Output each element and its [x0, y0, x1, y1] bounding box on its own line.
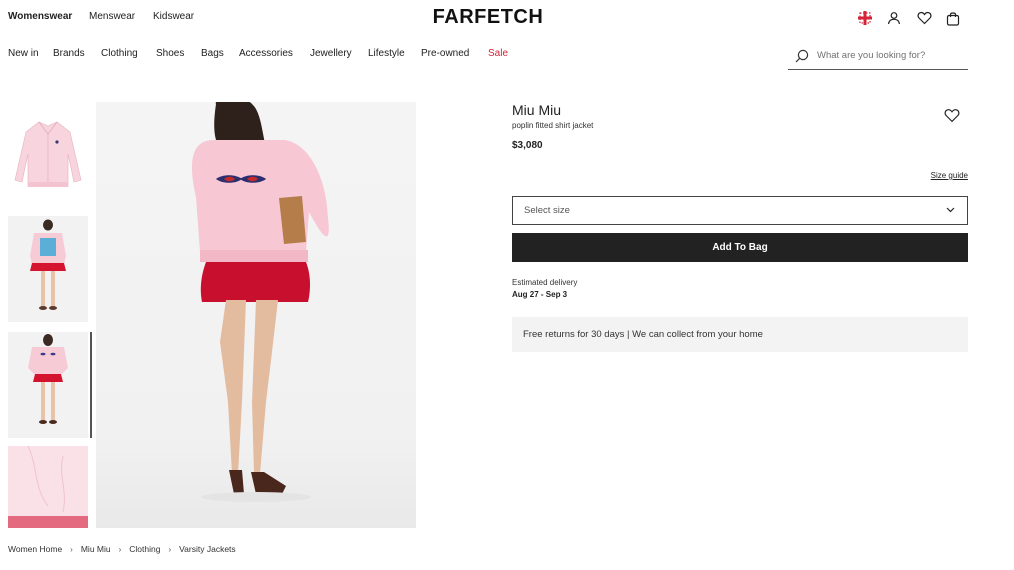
breadcrumb-varsity-jackets[interactable]: Varsity Jackets	[179, 544, 236, 554]
account-icon[interactable]	[886, 10, 902, 26]
breadcrumb-women-home[interactable]: Women Home	[8, 544, 62, 554]
breadcrumb-clothing[interactable]: Clothing	[129, 544, 160, 554]
search-bar[interactable]	[788, 42, 968, 70]
breadcrumb-miu-miu[interactable]: Miu Miu	[81, 544, 111, 554]
size-select-label: Select size	[524, 205, 570, 216]
search-input[interactable]	[817, 50, 967, 61]
nav-lifestyle[interactable]: Lifestyle	[368, 48, 405, 59]
search-icon	[795, 49, 809, 63]
nav-accessories[interactable]: Accessories	[239, 48, 293, 59]
nav-new-in[interactable]: New in	[8, 48, 39, 59]
product-main-image[interactable]	[96, 102, 416, 528]
nav-clothing[interactable]: Clothing	[101, 48, 138, 59]
breadcrumb: Women Home › Miu Miu › Clothing › Varsit…	[8, 544, 236, 554]
thumbnail-jacket-front[interactable]	[8, 102, 88, 208]
thumbnail-model-front[interactable]	[8, 216, 88, 322]
product-brand[interactable]: Miu Miu	[512, 102, 561, 118]
farfetch-logo[interactable]: FARFETCH	[0, 6, 976, 29]
returns-text: Free returns for 30 days | We can collec…	[523, 329, 763, 340]
thumbnail-jacket-detail[interactable]	[8, 446, 88, 528]
thumbnail-model-back[interactable]	[8, 332, 92, 438]
nav-sale[interactable]: Sale	[488, 48, 508, 59]
chevron-right-icon: ›	[70, 544, 73, 554]
nav-shoes[interactable]: Shoes	[156, 48, 184, 59]
size-guide-link[interactable]: Size guide	[900, 171, 968, 180]
product-price: $3,080	[512, 140, 543, 151]
chevron-down-icon	[946, 205, 955, 216]
bag-icon[interactable]	[945, 10, 961, 26]
nav-brands[interactable]: Brands	[53, 48, 85, 59]
delivery-label: Estimated delivery	[512, 278, 578, 287]
delivery-dates: Aug 27 - Sep 3	[512, 290, 568, 299]
chevron-right-icon: ›	[168, 544, 172, 554]
chevron-right-icon: ›	[118, 544, 122, 554]
nav-jewellery[interactable]: Jewellery	[310, 48, 352, 59]
returns-banner: Free returns for 30 days | We can collec…	[512, 317, 968, 352]
size-select-dropdown[interactable]: Select size	[512, 196, 968, 225]
nav-bags[interactable]: Bags	[201, 48, 224, 59]
wishlist-icon[interactable]	[916, 10, 932, 26]
add-to-wishlist-heart-icon[interactable]	[944, 108, 962, 124]
nav-pre-owned[interactable]: Pre-owned	[421, 48, 469, 59]
product-description: poplin fitted shirt jacket	[512, 121, 594, 130]
region-flag-icon[interactable]	[857, 10, 873, 26]
add-to-bag-button[interactable]: Add To Bag	[512, 233, 968, 262]
